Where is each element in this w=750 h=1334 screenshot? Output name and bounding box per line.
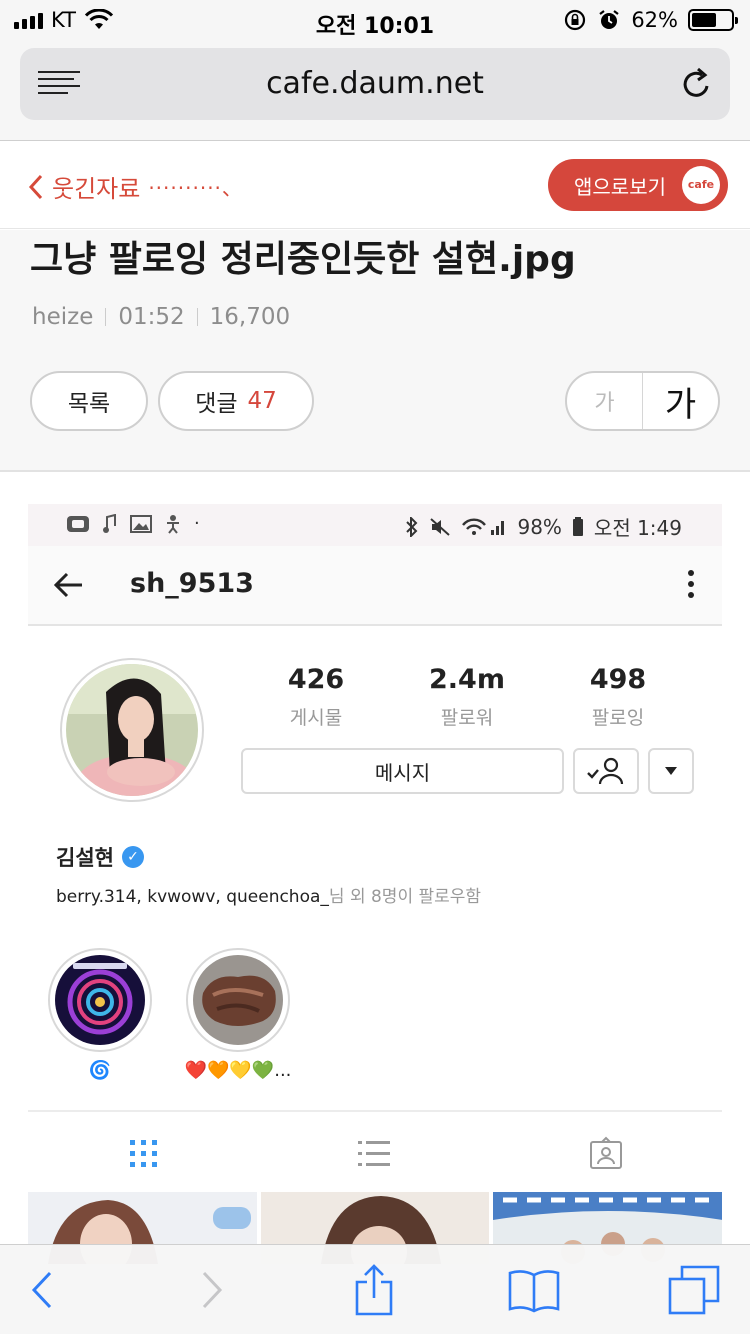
message-button-label: 메시지 bbox=[374, 760, 431, 785]
article-views: 16,700 bbox=[209, 304, 291, 330]
bookmarks-icon bbox=[508, 1270, 560, 1313]
font-smaller-button[interactable]: 가 bbox=[567, 373, 643, 429]
ig-username: sh_9513 bbox=[130, 568, 254, 599]
chevron-left-icon bbox=[28, 174, 43, 199]
arrow-left-icon[interactable] bbox=[52, 568, 86, 602]
cafe-logo-icon: cafe bbox=[682, 166, 720, 204]
meta-divider bbox=[105, 308, 107, 326]
url-text[interactable]: cafe.daum.net bbox=[20, 66, 730, 101]
mute-icon bbox=[430, 517, 451, 536]
cafe-header: 웃긴자료 ··········、 앱으로보기 cafe bbox=[0, 141, 750, 229]
font-larger-button[interactable]: 가 bbox=[643, 373, 718, 429]
status-dot: · bbox=[194, 513, 200, 534]
app-notification-icon bbox=[67, 515, 89, 532]
profile-photo bbox=[66, 664, 198, 796]
alarm-icon bbox=[599, 10, 619, 29]
stat-following-label: 팔로잉 bbox=[591, 707, 645, 729]
stat-posts-count: 426 bbox=[287, 664, 345, 695]
story-highlight-2[interactable] bbox=[186, 948, 290, 1052]
list-button[interactable]: 목록 bbox=[30, 371, 148, 431]
following-status-button[interactable] bbox=[573, 748, 639, 794]
article-header: 그냥 팔로잉 정리중인듯한 설현.jpg heize 01:52 16,700 … bbox=[0, 230, 750, 472]
comment-count: 47 bbox=[247, 388, 277, 414]
story-highlight-1[interactable] bbox=[48, 948, 152, 1052]
tabs-icon bbox=[668, 1265, 720, 1315]
meta-divider bbox=[196, 308, 198, 326]
open-app-label: 앱으로보기 bbox=[574, 174, 666, 199]
article-image: · 98% 오전 1:49 sh_9513 426 게시물 2.4m 팔로워 4… bbox=[28, 504, 722, 1264]
message-button[interactable]: 메시지 bbox=[241, 748, 564, 794]
font-size-toggle: 가 가 bbox=[565, 371, 720, 431]
bookmarks-button[interactable] bbox=[506, 1265, 562, 1315]
article-meta: heize 01:52 16,700 bbox=[32, 304, 290, 330]
board-back-link[interactable]: 웃긴자료 ··········、 bbox=[28, 169, 243, 204]
address-bar[interactable]: cafe.daum.net bbox=[20, 48, 730, 120]
board-name-suffix: ··········、 bbox=[148, 176, 243, 200]
back-button[interactable] bbox=[14, 1265, 70, 1315]
profile-tabs bbox=[28, 1110, 722, 1190]
accessibility-icon bbox=[167, 514, 179, 534]
stat-posts[interactable]: 426 게시물 bbox=[256, 664, 376, 730]
highlight-1-label: 🌀 bbox=[88, 1060, 112, 1081]
board-name: 웃긴자료 bbox=[52, 175, 141, 203]
profile-avatar[interactable] bbox=[60, 658, 204, 802]
highlight-cover-1 bbox=[55, 955, 145, 1045]
reload-icon[interactable] bbox=[680, 66, 714, 102]
list-icon[interactable] bbox=[356, 1136, 392, 1172]
embedded-battery-icon bbox=[572, 516, 583, 536]
battery-icon bbox=[688, 9, 738, 31]
profile-name: 김설현 ✓ bbox=[56, 842, 144, 872]
stat-followers-count: 2.4m bbox=[429, 664, 505, 695]
followed-by-rest: 님 외 8명이 팔로우함 bbox=[328, 887, 482, 907]
browser-address-area: cafe.daum.net bbox=[0, 40, 750, 141]
grid-icon[interactable] bbox=[126, 1136, 162, 1172]
music-note-icon bbox=[103, 513, 116, 533]
more-options-icon[interactable] bbox=[688, 570, 694, 603]
highlight-cover-2 bbox=[193, 955, 283, 1045]
share-icon bbox=[355, 1264, 393, 1316]
bluetooth-icon bbox=[406, 516, 418, 537]
profile-name-text: 김설현 bbox=[56, 846, 114, 870]
ig-header: sh_9513 bbox=[28, 546, 722, 626]
stat-following[interactable]: 498 팔로잉 bbox=[558, 664, 678, 730]
comment-button-label: 댓글 bbox=[195, 391, 238, 417]
stat-followers-label: 팔로워 bbox=[440, 707, 494, 729]
comment-button[interactable]: 댓글 47 bbox=[158, 371, 314, 431]
share-button[interactable] bbox=[346, 1264, 402, 1316]
forward-icon bbox=[202, 1271, 223, 1309]
followed-by-names: berry.314, kvwowv, queenchoa_ bbox=[56, 887, 329, 907]
article-time: 01:52 bbox=[118, 304, 185, 330]
highlight-2-label: ❤️🧡💛💚... bbox=[184, 1060, 292, 1081]
orientation-lock-icon bbox=[565, 9, 586, 31]
stat-posts-label: 게시물 bbox=[289, 707, 343, 729]
browser-toolbar bbox=[0, 1244, 750, 1334]
back-icon bbox=[31, 1271, 52, 1309]
forward-button[interactable] bbox=[184, 1265, 240, 1315]
tabs-button[interactable] bbox=[666, 1265, 722, 1315]
verified-badge-icon: ✓ bbox=[121, 846, 144, 868]
person-check-icon bbox=[587, 757, 624, 785]
open-app-button[interactable]: 앱으로보기 cafe bbox=[548, 159, 728, 211]
embedded-status-bar: · 98% 오전 1:49 bbox=[28, 504, 722, 546]
suggestions-dropdown-button[interactable] bbox=[648, 748, 694, 794]
status-bar: KT 오전 10:01 62% bbox=[0, 0, 750, 40]
battery-percent: 62% bbox=[631, 8, 678, 32]
list-button-label: 목록 bbox=[67, 391, 111, 417]
caret-down-icon bbox=[665, 767, 677, 775]
image-icon bbox=[130, 514, 152, 533]
stat-followers[interactable]: 2.4m 팔로워 bbox=[407, 664, 527, 730]
embedded-battery-percent: 98% bbox=[517, 514, 562, 539]
tagged-icon[interactable] bbox=[588, 1136, 624, 1172]
embedded-time: 오전 1:49 bbox=[593, 516, 682, 540]
followed-by-text[interactable]: berry.314, kvwowv, queenchoa_님 외 8명이 팔로우… bbox=[56, 882, 481, 907]
wifi-signal-icon bbox=[462, 518, 505, 535]
status-right: 62% bbox=[563, 8, 738, 32]
article-title: 그냥 팔로잉 정리중인듯한 설현.jpg bbox=[30, 239, 576, 280]
article-author[interactable]: heize bbox=[32, 304, 93, 330]
stat-following-count: 498 bbox=[589, 664, 647, 695]
